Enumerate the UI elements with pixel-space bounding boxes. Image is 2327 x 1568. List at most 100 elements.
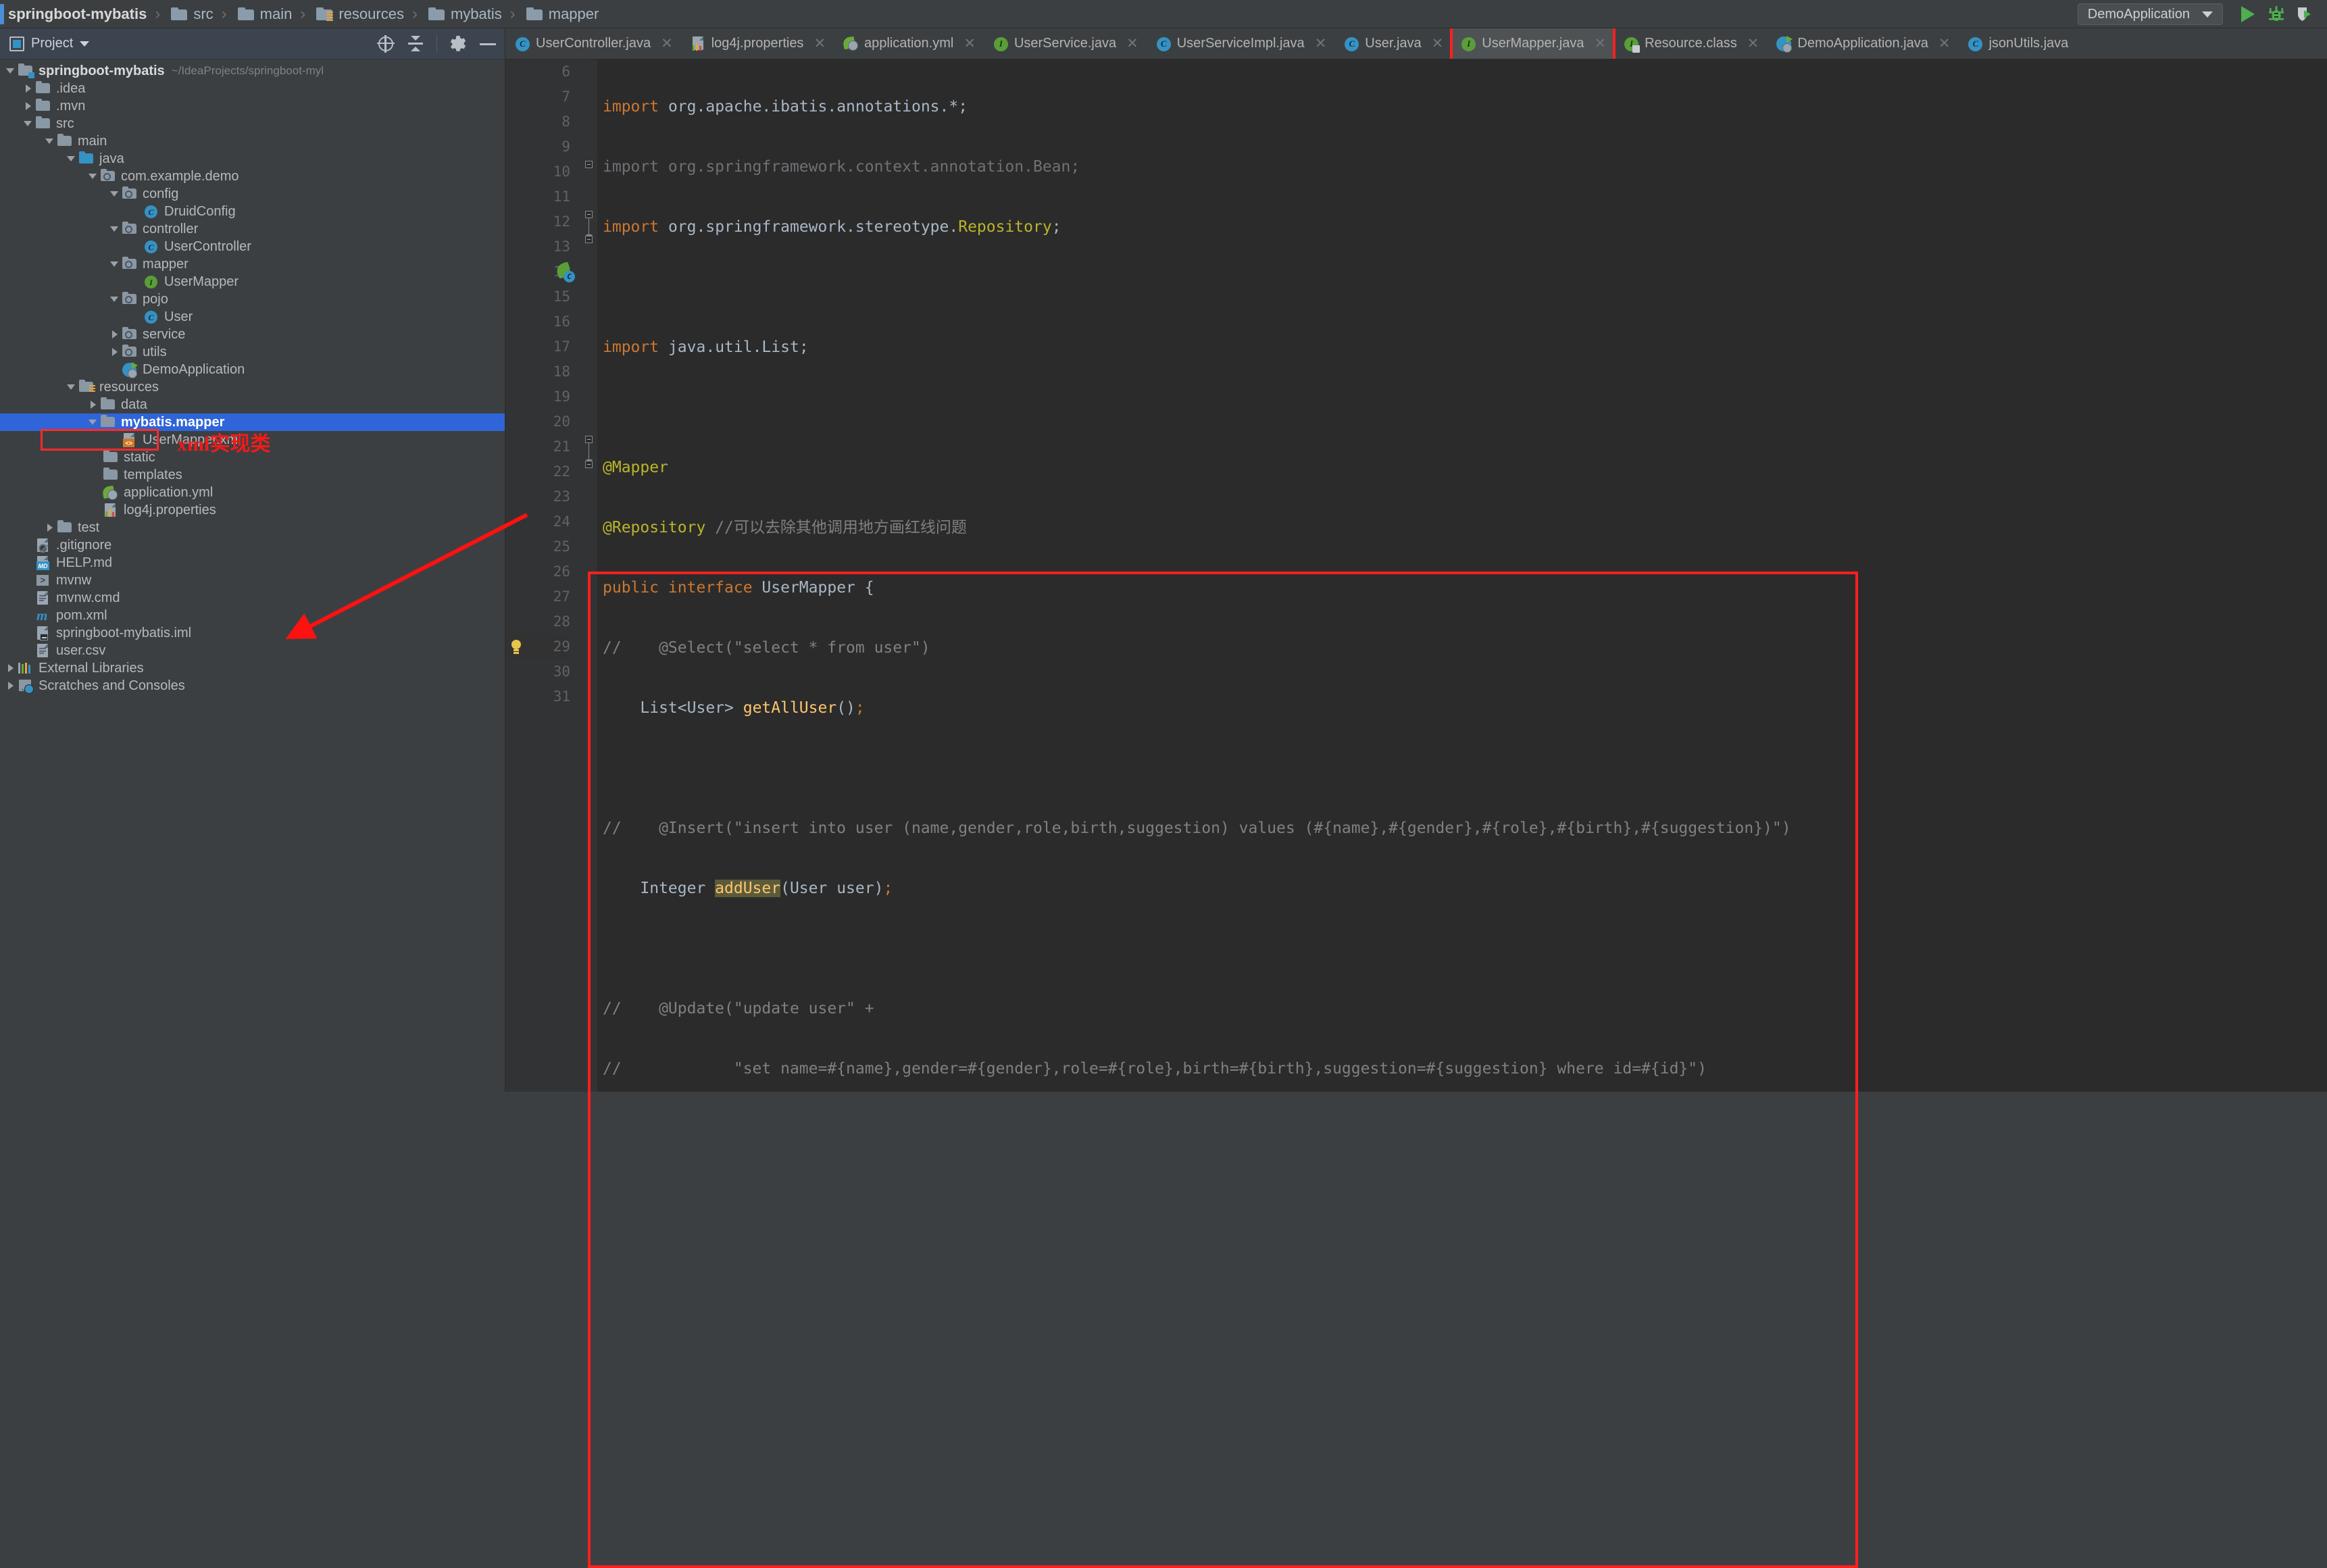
hide-panel-icon[interactable] (479, 35, 497, 53)
chevron-right-icon[interactable] (22, 82, 35, 95)
tree-node-external-libraries[interactable]: External Libraries (0, 659, 505, 677)
tree-node-application-yml[interactable]: application.yml (0, 484, 505, 501)
chevron-right-icon[interactable] (22, 99, 35, 113)
chevron-down-icon[interactable] (65, 380, 78, 394)
tree-node-demoapplication[interactable]: DemoApplication (0, 361, 505, 378)
collapse-all-icon[interactable] (407, 35, 424, 53)
tree-node-test[interactable]: test (0, 519, 505, 536)
breadcrumb-item-mapper[interactable]: mapper (522, 5, 601, 23)
chevron-right-icon[interactable] (43, 521, 57, 534)
tree-node-mvnw-cmd[interactable]: mvnw.cmd (0, 589, 505, 607)
chevron-down-icon[interactable] (80, 41, 90, 47)
run-button[interactable] (2234, 3, 2262, 26)
run-configuration-selector[interactable]: DemoApplication (2077, 3, 2223, 25)
tree-node-src[interactable]: src (0, 115, 505, 132)
editor-fold-column[interactable] (580, 59, 597, 1092)
chevron-down-icon[interactable] (43, 134, 57, 148)
tab-log4j-properties[interactable]: log4j.properties ✕ (681, 28, 834, 59)
chevron-down-icon[interactable] (86, 415, 100, 429)
close-icon[interactable]: ✕ (1747, 35, 1759, 52)
tree-node-com-example-demo[interactable]: com.example.demo (0, 168, 505, 185)
tree-node-mvnw[interactable]: > mvnw (0, 572, 505, 589)
tree-node-pojo[interactable]: pojo (0, 290, 505, 308)
close-icon[interactable]: ✕ (1938, 35, 1951, 52)
tree-node-mvn[interactable]: .mvn (0, 97, 505, 115)
chevron-right-icon[interactable] (4, 661, 18, 675)
tree-node-idea[interactable]: .idea (0, 80, 505, 97)
fold-marker-icon[interactable] (585, 461, 593, 468)
run-with-coverage-button[interactable] (2291, 3, 2319, 26)
chevron-down-icon[interactable] (108, 222, 122, 236)
tree-node-mybatis-mapper[interactable]: mybatis.mapper (0, 413, 505, 431)
tab-demoapplication-java[interactable]: DemoApplication.java ✕ (1767, 28, 1958, 59)
tab-resource-class[interactable]: I Resource.class ✕ (1614, 28, 1767, 59)
chevron-right-icon[interactable] (108, 345, 122, 359)
tab-usercontroller-java[interactable]: C UserController.java ✕ (505, 28, 681, 59)
close-icon[interactable]: ✕ (964, 35, 976, 52)
close-icon[interactable]: ✕ (814, 35, 826, 52)
tree-node-utils[interactable]: utils (0, 343, 505, 361)
chevron-down-icon[interactable] (108, 293, 122, 306)
tree-node-help-md[interactable]: MD HELP.md (0, 554, 505, 572)
editor-gutter[interactable]: 6 7 8 9 10 11 12 13 C 14 15 16 17 18 19 … (505, 59, 580, 1092)
breadcrumb-item-main[interactable]: main (234, 5, 294, 23)
tree-node-resources[interactable]: resources (0, 378, 505, 396)
close-icon[interactable]: ✕ (1432, 35, 1444, 52)
breadcrumb-item-project[interactable]: springboot-mybatis (4, 5, 148, 23)
tab-jsonutils-java[interactable]: C jsonUtils.java (1958, 28, 2076, 59)
breadcrumb-item-mybatis[interactable]: mybatis (424, 5, 503, 23)
fold-marker-icon[interactable] (585, 236, 593, 243)
project-tree[interactable]: springboot-mybatis ~/IdeaProjects/spring… (0, 59, 505, 1092)
tree-node-druidconfig[interactable]: C DruidConfig (0, 203, 505, 220)
tree-node-pom-xml[interactable]: m pom.xml (0, 607, 505, 624)
settings-gear-icon[interactable] (449, 35, 467, 53)
tree-node-usercontroller[interactable]: C UserController (0, 238, 505, 255)
tree-node-springboot-mybatis[interactable]: springboot-mybatis ~/IdeaProjects/spring… (0, 62, 505, 80)
chevron-down-icon[interactable] (22, 117, 35, 130)
tree-node-data[interactable]: data (0, 396, 505, 413)
close-icon[interactable]: ✕ (1315, 35, 1327, 52)
spring-bean-gutter-icon[interactable]: C (555, 261, 575, 282)
tree-node-java[interactable]: java (0, 150, 505, 168)
tab-usermapper-java[interactable]: I UserMapper.java ✕ (1451, 28, 1615, 59)
tab-user-java[interactable]: C User.java ✕ (1334, 28, 1451, 59)
chevron-down-icon[interactable] (4, 64, 18, 78)
chevron-right-icon[interactable] (108, 328, 122, 341)
chevron-right-icon[interactable] (4, 679, 18, 692)
tab-userserviceimpl-java[interactable]: C UserServiceImpl.java ✕ (1147, 28, 1335, 59)
tab-userservice-java[interactable]: I UserService.java ✕ (984, 28, 1147, 59)
fold-marker-icon[interactable] (585, 436, 593, 443)
close-icon[interactable]: ✕ (1594, 35, 1606, 52)
editor-code-text[interactable]: import org.apache.ibatis.annotations.*; … (597, 59, 2327, 1092)
tree-node-iml[interactable]: springboot-mybatis.iml (0, 624, 505, 642)
chevron-down-icon[interactable] (108, 257, 122, 271)
tree-node-main[interactable]: main (0, 132, 505, 150)
close-icon[interactable]: ✕ (1126, 35, 1139, 52)
tree-node-log4j-properties[interactable]: log4j.properties (0, 501, 505, 519)
tree-node-user-csv[interactable]: user.csv (0, 642, 505, 659)
tree-node-templates[interactable]: templates (0, 466, 505, 484)
fold-marker-icon[interactable] (585, 211, 593, 218)
debug-button[interactable] (2262, 3, 2291, 26)
tree-node-gitignore[interactable]: .gitignore (0, 536, 505, 554)
tree-node-controller[interactable]: controller (0, 220, 505, 238)
close-icon[interactable]: ✕ (661, 35, 673, 52)
intention-bulb-icon[interactable] (511, 640, 522, 654)
tree-node-service[interactable]: service (0, 326, 505, 343)
tree-node-user[interactable]: C User (0, 308, 505, 326)
chevron-right-icon[interactable] (86, 398, 100, 411)
chevron-down-icon[interactable] (65, 152, 78, 166)
tab-application-yml[interactable]: application.yml ✕ (834, 28, 984, 59)
chevron-down-icon[interactable] (108, 187, 122, 201)
tree-node-static[interactable]: static (0, 449, 505, 466)
fold-marker-icon[interactable] (585, 161, 593, 168)
tree-node-usermapper-xml[interactable]: <> UserMapper.xml (0, 431, 505, 449)
tree-node-scratches-and-consoles[interactable]: Scratches and Consoles (0, 677, 505, 700)
tree-node-usermapper[interactable]: I UserMapper (0, 273, 505, 290)
code-editor[interactable]: 6 7 8 9 10 11 12 13 C 14 15 16 17 18 19 … (505, 59, 2327, 1092)
chevron-down-icon[interactable] (86, 170, 100, 183)
breadcrumb-item-resources[interactable]: resources (312, 5, 405, 23)
breadcrumb-item-src[interactable]: src (167, 5, 214, 23)
tree-node-config[interactable]: config (0, 185, 505, 203)
tree-node-mapper[interactable]: mapper (0, 255, 505, 273)
